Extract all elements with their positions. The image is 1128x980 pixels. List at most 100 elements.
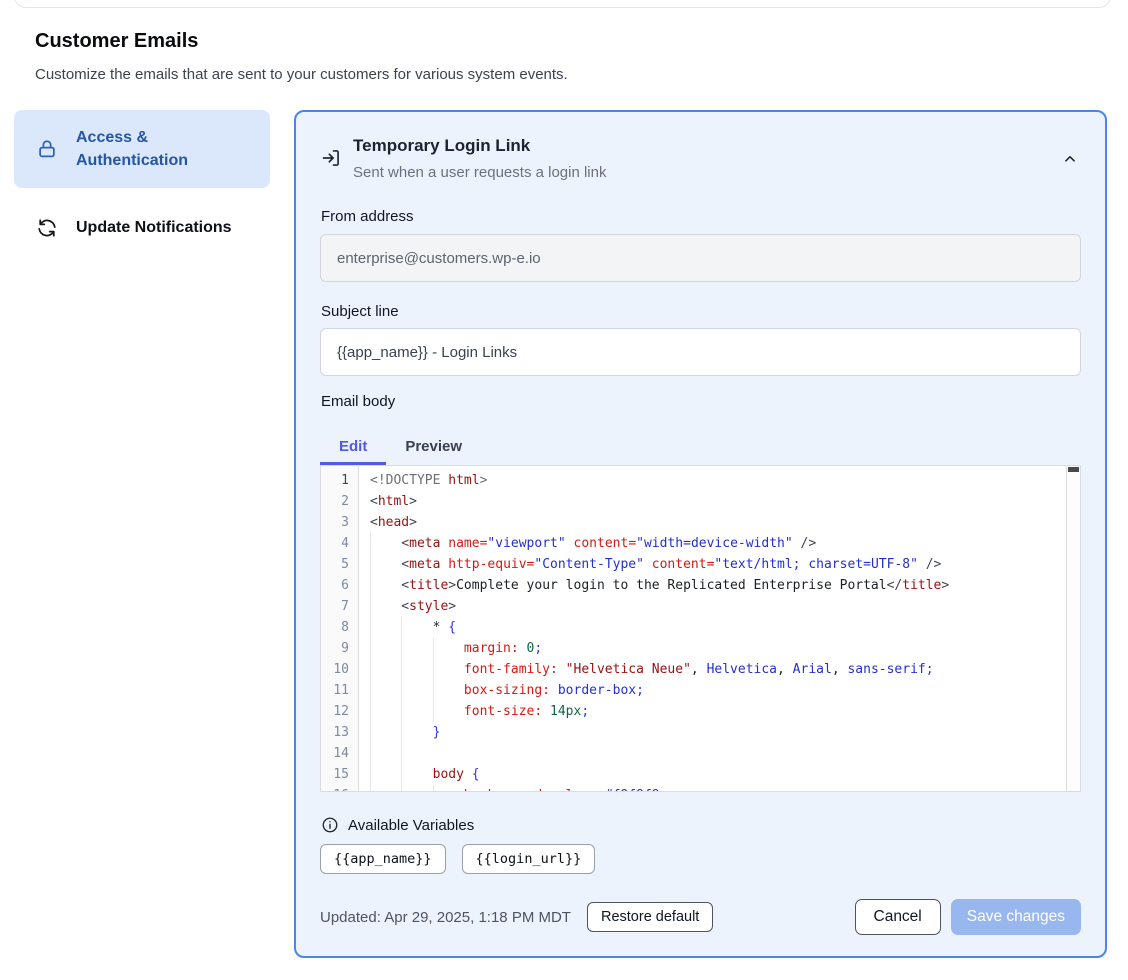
code-token: /> [793, 536, 816, 551]
code-token: font-family: [370, 662, 558, 677]
code-token: > [409, 494, 417, 509]
sidebar-item-update-notifications[interactable]: Update Notifications [14, 204, 270, 252]
line-number: 12 [321, 701, 359, 722]
code-token: ; [534, 641, 542, 656]
code-token: border-box [558, 683, 636, 698]
indent-guide [401, 743, 402, 764]
code-token: sans-serif [847, 662, 925, 677]
code-token: ; [581, 704, 589, 719]
code-token: Complete your login to the Replicated En… [456, 578, 886, 593]
cancel-button[interactable]: Cancel [855, 899, 941, 935]
code-line: 13 } [321, 722, 1066, 743]
code-line: 7 <style> [321, 596, 1066, 617]
indent-guide [401, 764, 402, 785]
indent-guide [370, 743, 371, 764]
code-line: 4 <meta name="viewport" content="width=d… [321, 533, 1066, 554]
code-token: > [448, 578, 456, 593]
email-body-tabs: Edit Preview [320, 428, 1081, 465]
code-token: Arial [793, 662, 832, 677]
code-token: style [409, 599, 448, 614]
editor-scrollbar[interactable] [1066, 466, 1080, 791]
tab-edit[interactable]: Edit [320, 428, 386, 465]
line-number: 9 [321, 638, 359, 659]
code-token: > [448, 599, 456, 614]
indent-guide [370, 638, 371, 659]
variable-chip-login-url[interactable]: {{login_url}} [462, 844, 596, 874]
code-token: http-equiv= [448, 557, 534, 572]
code-line: 3<head> [321, 512, 1066, 533]
code-token: background-color: [370, 788, 597, 792]
code-token: > [480, 473, 488, 488]
code-token: , [832, 662, 848, 677]
variable-chip-app-name[interactable]: {{app_name}} [320, 844, 446, 874]
line-number: 4 [321, 533, 359, 554]
code-token: "viewport" [487, 536, 565, 551]
code-token: Helvetica [707, 662, 777, 677]
code-token [542, 704, 550, 719]
panel-title: Temporary Login Link [353, 136, 530, 156]
code-token [519, 641, 527, 656]
code-line: 9 margin: 0; [321, 638, 1066, 659]
line-number: 16 [321, 785, 359, 792]
indent-guide [401, 617, 402, 638]
updated-timestamp: Updated: Apr 29, 2025, 1:18 PM MDT [320, 909, 571, 926]
code-line: 15 body { [321, 764, 1066, 785]
available-variables-row: Available Variables [321, 816, 474, 834]
subject-line-label: Subject line [321, 303, 399, 320]
sidebar-item-label: Update Notifications [76, 216, 232, 239]
indent-guide [401, 785, 402, 792]
code-token [558, 662, 566, 677]
email-body-label: Email body [321, 393, 395, 410]
sidebar-item-access-authentication[interactable]: Access & Authentication [14, 110, 270, 188]
indent-guide [433, 680, 434, 701]
indent-guide [401, 638, 402, 659]
code-token: </ [887, 578, 903, 593]
code-token: * [370, 620, 448, 635]
page-title: Customer Emails [35, 30, 198, 53]
from-address-input [320, 234, 1081, 282]
email-body-code-editor[interactable]: 1<!DOCTYPE html>2<html>3<head>4 <meta na… [320, 465, 1081, 792]
indent-guide [433, 785, 434, 792]
code-token: < [370, 494, 378, 509]
code-token: html [448, 473, 479, 488]
code-token: , [691, 662, 707, 677]
code-token [597, 788, 605, 792]
code-token: /> [918, 557, 941, 572]
panel-subtitle: Sent when a user requests a login link [353, 164, 606, 181]
code-token: meta [409, 536, 440, 551]
indent-guide [370, 785, 371, 792]
indent-guide [433, 659, 434, 680]
refresh-icon [36, 217, 58, 239]
restore-default-button[interactable]: Restore default [587, 902, 713, 932]
code-line: 14 [321, 743, 1066, 764]
collapse-panel-button[interactable] [1059, 148, 1081, 170]
code-token: #f9f9f9 [605, 788, 660, 792]
code-token: box-sizing: [370, 683, 550, 698]
code-line: 10 font-family: "Helvetica Neue", Helvet… [321, 659, 1066, 680]
line-number: 10 [321, 659, 359, 680]
editor-scrollbar-thumb[interactable] [1068, 467, 1079, 472]
subject-line-input[interactable] [320, 328, 1081, 376]
line-number: 3 [321, 512, 359, 533]
temporary-login-link-panel: Temporary Login Link Sent when a user re… [294, 110, 1107, 958]
indent-guide [401, 659, 402, 680]
indent-guide [433, 638, 434, 659]
code-line: 16 background-color: #f9f9f9; [321, 785, 1066, 792]
line-number: 7 [321, 596, 359, 617]
chevron-up-icon [1061, 150, 1079, 168]
code-line: 1<!DOCTYPE html> [321, 470, 1066, 491]
code-line: 5 <meta http-equiv="Content-Type" conten… [321, 554, 1066, 575]
page-subtitle: Customize the emails that are sent to yo… [35, 66, 568, 83]
code-token: 14px [550, 704, 581, 719]
line-number: 2 [321, 491, 359, 512]
tab-preview[interactable]: Preview [386, 428, 481, 465]
indent-guide [433, 701, 434, 722]
save-changes-button[interactable]: Save changes [951, 899, 1081, 935]
indent-guide [370, 722, 371, 743]
code-token: title [902, 578, 941, 593]
code-token: "text/html; charset=UTF-8" [714, 557, 918, 572]
code-token: "Content-Type" [534, 557, 644, 572]
indent-guide [370, 554, 371, 575]
code-token: > [409, 515, 417, 530]
line-number: 5 [321, 554, 359, 575]
